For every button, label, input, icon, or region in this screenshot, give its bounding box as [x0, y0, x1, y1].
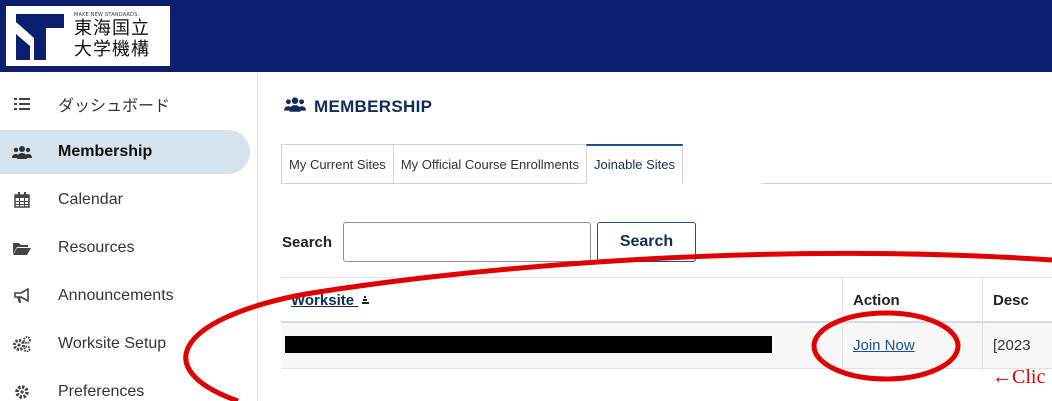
- sidebar-nav: ダッシュボード Membership Calendar Resources An…: [0, 72, 258, 401]
- tab-joinable-sites[interactable]: Joinable Sites: [586, 144, 683, 184]
- institution-logo[interactable]: MAKE NEW STANDARDS. 東海国立 大学機構: [6, 6, 170, 66]
- folder-open-icon: [11, 241, 33, 255]
- page-title-text: MEMBERSHIP: [314, 96, 433, 116]
- sidebar-item-calendar[interactable]: Calendar: [0, 178, 250, 222]
- list-icon: [11, 97, 33, 111]
- tabs-divider: [762, 183, 1052, 184]
- sidebar-item-preferences[interactable]: Preferences: [0, 370, 250, 401]
- top-header: MAKE NEW STANDARDS. 東海国立 大学機構: [0, 0, 1052, 72]
- search-label: Search: [282, 234, 333, 251]
- calendar-icon: [11, 192, 33, 208]
- sidebar-item-label: ダッシュボード: [58, 98, 171, 115]
- tab-my-official-course-enrollments[interactable]: My Official Course Enrollments: [392, 144, 587, 184]
- sidebar-item-dashboard[interactable]: ダッシュボード: [0, 82, 250, 126]
- join-now-link[interactable]: Join Now: [853, 337, 915, 354]
- sidebar-item-label: Preferences: [58, 383, 145, 400]
- table-row: Join Now [2023: [281, 323, 1052, 369]
- worksite-column-header[interactable]: Worksite: [291, 292, 371, 309]
- column-divider: [982, 277, 983, 372]
- sidebar-item-membership[interactable]: Membership: [0, 130, 250, 174]
- sidebar-item-resources[interactable]: Resources: [0, 226, 250, 270]
- sidebar-item-label: Calendar: [58, 191, 123, 208]
- sort-icon: [362, 296, 370, 304]
- bullhorn-icon: [11, 288, 33, 304]
- page-title: MEMBERSHIP: [284, 96, 432, 117]
- sidebar-item-label: Announcements: [58, 287, 174, 304]
- description-column-header[interactable]: Desc: [993, 292, 1029, 309]
- sidebar-item-announcements[interactable]: Announcements: [0, 274, 250, 318]
- sidebar-item-label: Worksite Setup: [58, 335, 167, 352]
- action-column-header: Action: [853, 292, 900, 309]
- search-button[interactable]: Search: [597, 222, 696, 262]
- membership-tabs: My Current Sites My Official Course Enro…: [281, 144, 683, 184]
- joinable-sites-table: Worksite Action Desc Join Now [2023: [281, 277, 1052, 372]
- logo-text-line2: 大学機構: [74, 39, 150, 60]
- click-annotation-text: ←Clic: [992, 366, 1046, 388]
- users-icon: [11, 145, 33, 159]
- t-logo-mark-icon: [16, 14, 64, 60]
- users-icon: [284, 96, 306, 117]
- logo-text-line1: 東海国立: [74, 18, 150, 39]
- sidebar-item-worksite-setup[interactable]: Worksite Setup: [0, 322, 250, 366]
- site-description: [2023: [993, 337, 1031, 354]
- sidebar-item-label: Membership: [58, 143, 153, 160]
- tab-my-current-sites[interactable]: My Current Sites: [281, 144, 393, 184]
- redacted-worksite-name: [285, 336, 772, 353]
- cogs-icon: [11, 336, 33, 352]
- search-input[interactable]: [343, 222, 591, 262]
- gear-icon: [11, 384, 33, 400]
- sidebar-item-label: Resources: [58, 239, 135, 256]
- column-divider: [842, 277, 843, 372]
- table-header-row: Worksite Action Desc: [281, 277, 1052, 323]
